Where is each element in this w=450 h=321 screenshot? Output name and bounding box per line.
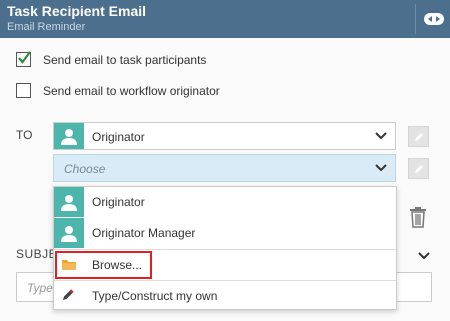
- menu-item-originator-manager[interactable]: Originator Manager: [54, 218, 396, 248]
- chevron-down-icon[interactable]: [418, 251, 430, 261]
- send-participants-checkbox[interactable]: [16, 51, 31, 67]
- browse-highlight: [55, 251, 152, 279]
- pencil-icon: [414, 164, 423, 173]
- menu-item-label: Type/Construct my own: [92, 289, 218, 303]
- choose-placeholder: Choose: [64, 162, 106, 176]
- collapse-toggle-button[interactable]: [415, 4, 450, 34]
- subject-placeholder: Type: [27, 281, 53, 295]
- avatar: [54, 123, 84, 149]
- trash-icon[interactable]: [409, 206, 427, 228]
- send-originator-option[interactable]: Send email to workflow originator: [16, 83, 220, 98]
- chevron-down-icon[interactable]: [375, 131, 387, 141]
- send-originator-checkbox[interactable]: [16, 83, 31, 98]
- send-originator-label: Send email to workflow originator: [43, 83, 220, 98]
- to-label: TO: [16, 128, 33, 142]
- send-participants-label: Send email to task participants: [43, 52, 207, 67]
- send-participants-option[interactable]: Send email to task participants: [16, 51, 207, 67]
- subject-label: SUBJE: [16, 247, 58, 261]
- menu-item-browse[interactable]: Browse...: [54, 249, 396, 280]
- panel-title: Task Recipient Email: [7, 3, 147, 19]
- user-icon: [61, 195, 77, 211]
- to-recipient-select[interactable]: Originator: [53, 122, 396, 150]
- user-icon: [61, 226, 77, 242]
- menu-item-originator[interactable]: Originator: [54, 187, 396, 217]
- edit-choose-button[interactable]: [408, 158, 429, 179]
- choose-select[interactable]: Choose: [53, 154, 396, 182]
- menu-item-label: Originator Manager: [92, 226, 196, 240]
- checkmark-icon: [18, 51, 31, 64]
- menu-item-label: Originator: [92, 195, 145, 209]
- menu-item-type-construct[interactable]: Type/Construct my own: [54, 280, 396, 311]
- pencil-icon: [414, 132, 423, 141]
- avatar: [54, 187, 84, 217]
- recipient-dropdown-menu: Originator Originator Manager Browse... …: [53, 186, 397, 310]
- pencil-icon: [63, 289, 74, 300]
- collapse-arrows-icon: [423, 13, 444, 25]
- panel-subtitle: Email Reminder: [7, 21, 86, 33]
- edit-recipient-button[interactable]: [408, 126, 429, 147]
- user-icon: [61, 129, 77, 145]
- to-selected-value: Originator: [92, 130, 145, 144]
- panel-header: Task Recipient Email Email Reminder: [0, 0, 450, 38]
- avatar: [54, 218, 84, 248]
- chevron-down-icon[interactable]: [375, 163, 387, 173]
